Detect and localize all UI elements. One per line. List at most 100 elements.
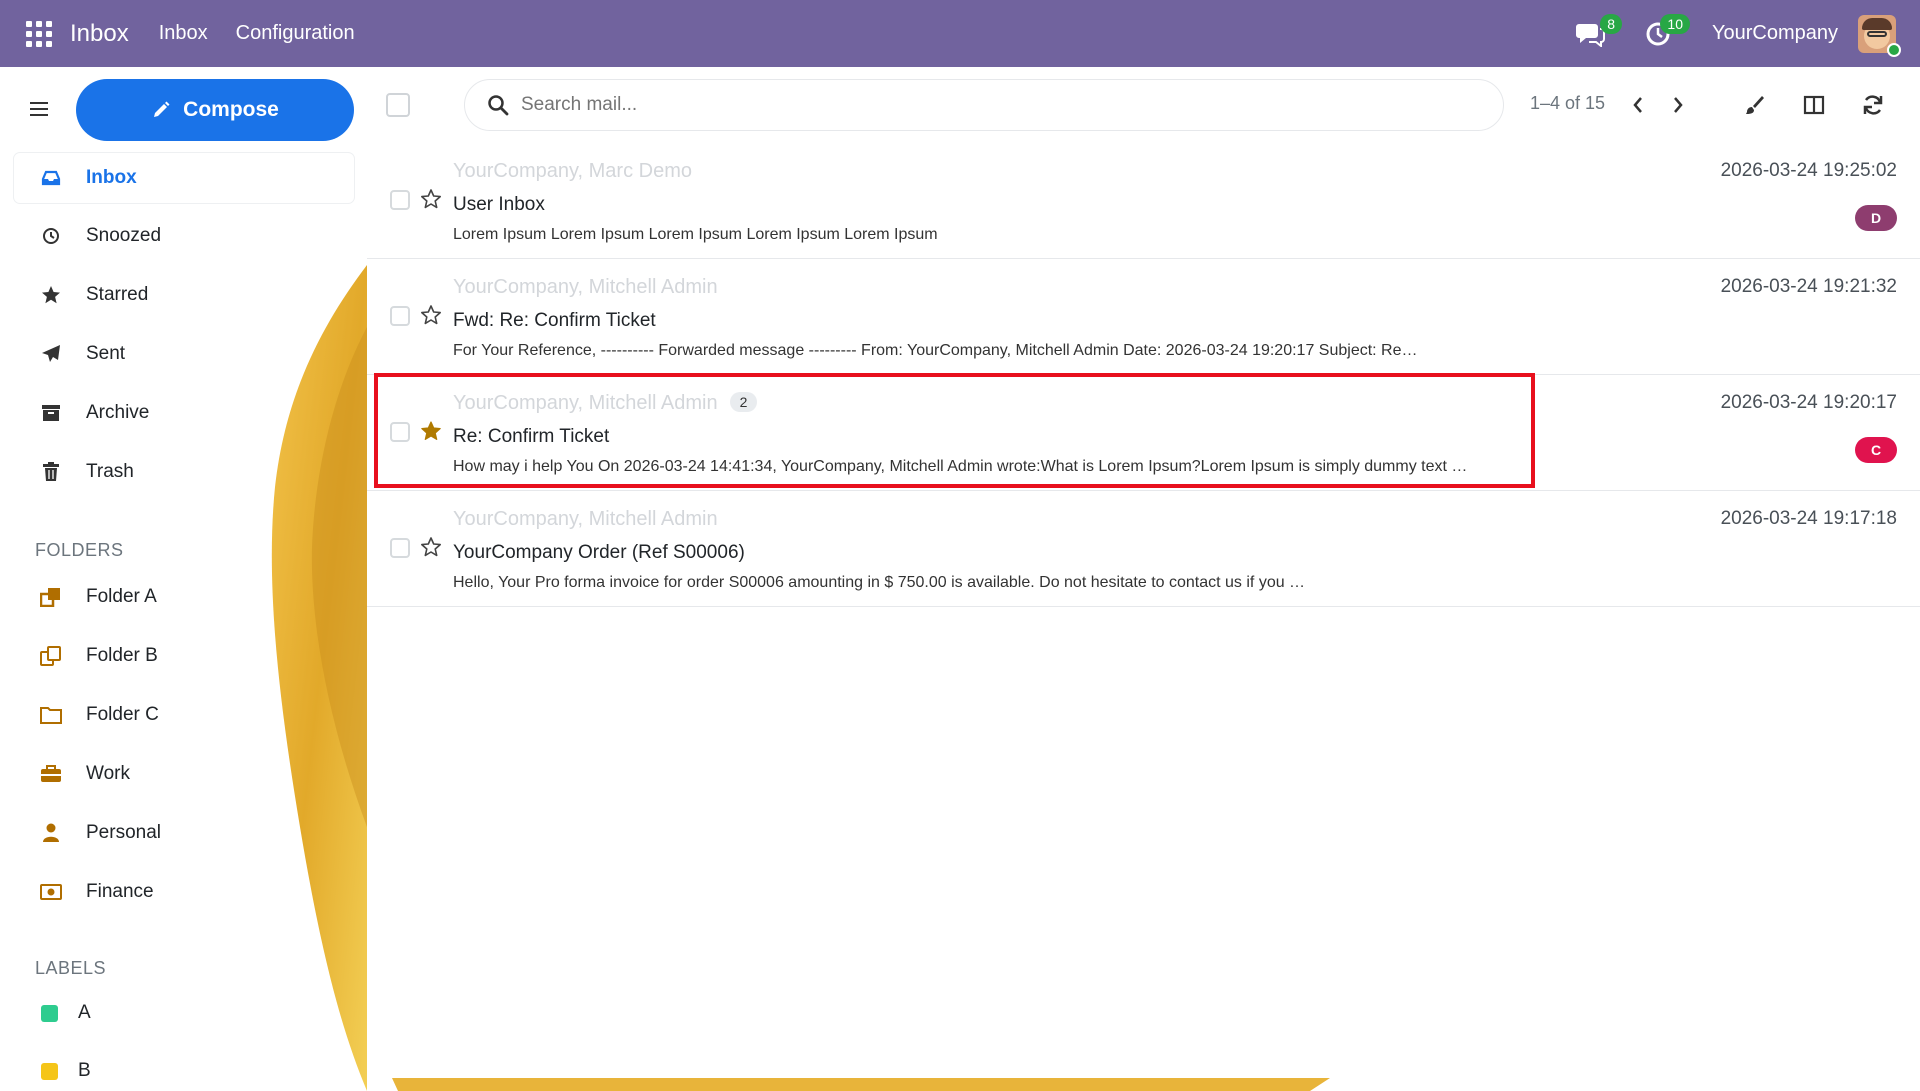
sidebar-item-label: B [78,1060,91,1081]
theme-button[interactable] [1740,90,1770,120]
message-date: 2026-03-24 19:17:18 [1720,508,1897,529]
trash-icon [43,462,59,481]
sidebar-folder-finance[interactable]: Finance [14,867,354,917]
message-subject: User Inbox [453,194,545,215]
message-subject: Re: Confirm Ticket [453,426,610,447]
company-switcher[interactable]: YourCompany [1712,22,1838,45]
search-icon [488,95,509,116]
message-sender: YourCompany, Mitchell Admin [453,276,718,298]
messaging-button[interactable]: 8 [1570,13,1622,54]
message-row[interactable]: YourCompany, Mitchell Admin Fwd: Re: Con… [367,259,1920,375]
sidebar-item-label: Personal [86,822,161,843]
columns-icon [1803,95,1825,115]
online-status-dot [1887,42,1901,57]
label-color-dot [40,1062,58,1080]
refresh-button[interactable] [1858,90,1888,120]
message-checkbox[interactable] [390,538,410,558]
pencil-icon [154,101,170,117]
message-checkbox[interactable] [390,306,410,326]
menu-inbox[interactable]: Inbox [159,22,208,45]
sidebar-folder-c[interactable]: Folder C [14,690,354,740]
message-date: 2026-03-24 19:25:02 [1720,160,1897,181]
folder-icon [40,707,62,724]
sidebar-item-snoozed[interactable]: Snoozed [14,211,354,261]
refresh-icon [1863,95,1883,115]
star-outline-icon[interactable] [420,536,442,558]
previous-page-button[interactable] [1623,90,1653,120]
message-preview: Hello, Your Pro forma invoice for order … [453,574,1306,591]
compose-label: Compose [183,98,279,121]
hamburger-menu-icon[interactable] [30,102,48,116]
message-checkbox[interactable] [390,422,410,442]
sidebar-item-label: Folder B [86,645,158,666]
chevron-left-icon [1633,97,1642,113]
message-preview: Lorem Ipsum Lorem Ipsum Lorem Ipsum Lore… [453,226,938,243]
menu-configuration[interactable]: Configuration [236,22,355,45]
activity-button[interactable]: 10 [1638,13,1690,54]
compose-button[interactable]: Compose [76,79,354,141]
inbox-icon [41,170,61,186]
message-sender: YourCompany, Mitchell Admin [453,508,718,530]
message-row[interactable]: YourCompany, Mitchell Admin 2 Re: Confirm… [367,375,1920,491]
activity-count-badge: 10 [1660,13,1690,34]
sidebar-folder-b[interactable]: Folder B [14,631,354,681]
search-bar [464,79,1504,131]
select-all-checkbox[interactable] [386,93,410,117]
message-checkbox[interactable] [390,190,410,210]
sidebar-item-label: Finance [86,881,154,902]
sidebar-label-a[interactable]: A [14,988,354,1038]
sidebar-item-trash[interactable]: Trash [14,447,354,497]
app-brand[interactable]: Inbox [70,20,129,48]
chat-count-badge: 8 [1600,13,1622,34]
message-sender-name: YourCompany, Mitchell Admin [453,392,718,414]
sidebar-item-label: Starred [86,284,149,305]
apps-menu-icon[interactable] [26,20,52,47]
message-tag-badge: C [1855,437,1897,463]
sidebar-item-sent[interactable]: Sent [14,329,354,379]
sidebar-item-label: A [78,1002,91,1023]
chevron-right-icon [1674,97,1683,113]
search-input[interactable] [521,94,1421,116]
star-icon [42,286,60,304]
next-page-button[interactable] [1663,90,1693,120]
message-preview: How may i help You On 2026-03-24 14:41:3… [453,458,1468,475]
message-row[interactable]: YourCompany, Marc Demo User Inbox Lorem … [367,143,1920,259]
star-outline-icon[interactable] [420,304,442,326]
archive-icon [42,405,60,421]
sidebar-item-starred[interactable]: Starred [14,270,354,320]
paper-plane-icon [42,345,60,362]
message-tag-badge: D [1855,205,1897,231]
sidebar-item-inbox[interactable]: Inbox [14,153,354,203]
user-avatar[interactable] [1858,14,1901,57]
sidebar: Compose Inbox Snoozed Starred Sent Archi… [0,67,367,1091]
sidebar-folder-a[interactable]: Folder A [14,572,354,622]
folder-copy-icon [40,646,61,666]
folder-clone-icon [40,588,60,607]
message-subject: Fwd: Re: Confirm Ticket [453,310,656,331]
user-icon [43,823,59,842]
message-row[interactable]: YourCompany, Mitchell Admin YourCompany … [367,491,1920,607]
message-sender: YourCompany, Marc Demo [453,160,692,182]
paint-brush-icon [1746,96,1764,114]
sidebar-folder-work[interactable]: Work [14,749,354,799]
sidebar-item-label: Folder C [86,704,159,725]
layout-toggle-button[interactable] [1799,90,1829,120]
pager-value: 1–4 of 15 [1530,93,1606,113]
message-preview: For Your Reference, ---------- Forwarded… [453,342,1418,359]
briefcase-icon [41,765,61,782]
star-outline-icon[interactable] [420,188,442,210]
star-filled-icon[interactable] [420,420,442,442]
money-icon [40,884,62,900]
message-sender: YourCompany, Mitchell Admin 2 [453,392,758,415]
message-subject: YourCompany Order (Ref S00006) [453,542,745,563]
message-date: 2026-03-24 19:20:17 [1720,392,1897,413]
labels-heading: LABELS [35,958,107,978]
sidebar-folder-personal[interactable]: Personal [14,808,354,858]
sidebar-item-archive[interactable]: Archive [14,388,354,438]
sidebar-label-b[interactable]: B [14,1046,354,1091]
sidebar-item-label: Trash [86,461,134,482]
folders-heading: FOLDERS [35,540,124,560]
sidebar-item-label: Snoozed [86,225,162,246]
label-color-dot [40,1004,58,1022]
sidebar-item-label: Inbox [86,167,137,188]
